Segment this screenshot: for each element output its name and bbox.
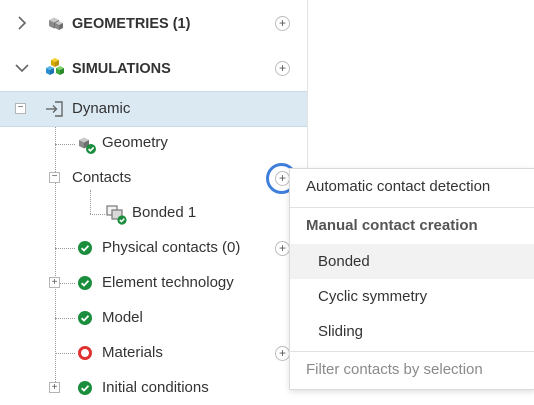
menu-item-automatic-contact-detection[interactable]: Automatic contact detection <box>290 169 534 205</box>
tree-row-dynamic[interactable]: − Dynamic <box>0 91 307 127</box>
menu-section-manual-contact-creation: Manual contact creation <box>306 217 478 234</box>
contacts-label: Contacts <box>72 169 132 186</box>
plus-icon: + <box>278 61 286 75</box>
physical-contacts-label: Physical contacts (0) <box>102 239 241 256</box>
add-contact-menu: Automatic contact detection Manual conta… <box>289 168 534 390</box>
collapse-dynamic-toggle[interactable]: − <box>15 103 26 114</box>
tree-row-materials[interactable]: Materials + <box>0 336 307 370</box>
chevron-right-icon[interactable] <box>17 16 27 30</box>
simulations-label: SIMULATIONS <box>72 61 171 77</box>
initial-conditions-label: Initial conditions <box>102 379 209 396</box>
tree-row-geometry[interactable]: Geometry <box>0 126 307 160</box>
menu-separator <box>290 207 534 208</box>
materials-label: Materials <box>102 344 163 361</box>
tree-row-simulations[interactable]: SIMULATIONS + <box>0 51 307 85</box>
geometries-label: GEOMETRIES (1) <box>72 16 191 32</box>
simulation-tree: GEOMETRIES (1) + SIMULATIONS + − Dynamic <box>0 0 308 396</box>
add-material-button[interactable]: + <box>275 346 290 361</box>
expand-element-technology-toggle[interactable]: + <box>49 277 60 288</box>
simulation-cubes-icon <box>46 58 64 75</box>
input-arrow-icon <box>46 101 63 117</box>
element-technology-label: Element technology <box>102 274 234 291</box>
check-icon <box>78 276 92 290</box>
error-ring-icon <box>78 346 92 360</box>
tree-row-model[interactable]: Model <box>0 301 307 335</box>
tree-row-contacts[interactable]: − Contacts + <box>0 161 307 195</box>
tree-row-geometries[interactable]: GEOMETRIES (1) + <box>0 6 307 40</box>
add-geometry-button[interactable]: + <box>275 16 290 31</box>
dynamic-label: Dynamic <box>72 100 131 117</box>
menu-item-sliding[interactable]: Sliding <box>290 314 534 349</box>
check-icon <box>78 381 92 395</box>
check-icon <box>78 241 92 255</box>
menu-item-filter-contacts-by-selection[interactable]: Filter contacts by selection <box>290 353 534 387</box>
tree-row-element-technology[interactable]: + Element technology <box>0 266 307 300</box>
tree-row-physical-contacts[interactable]: Physical contacts (0) + <box>0 231 307 265</box>
collapse-contacts-toggle[interactable]: − <box>49 172 60 183</box>
menu-item-cyclic-symmetry[interactable]: Cyclic symmetry <box>290 279 534 314</box>
model-label: Model <box>102 309 143 326</box>
cube-icon <box>49 17 63 30</box>
add-simulation-button[interactable]: + <box>275 61 290 76</box>
plus-icon: + <box>278 16 286 30</box>
menu-separator <box>290 351 534 352</box>
bonded-contact-icon <box>106 205 127 225</box>
bonded-1-label: Bonded 1 <box>132 204 197 221</box>
plus-icon: + <box>278 346 286 360</box>
chevron-down-icon[interactable] <box>15 63 29 73</box>
tree-row-bonded-1[interactable]: Bonded 1 <box>0 196 307 230</box>
menu-item-bonded[interactable]: Bonded <box>290 244 534 279</box>
add-physical-contact-button[interactable]: + <box>275 241 290 256</box>
geometry-label: Geometry <box>102 134 168 151</box>
geometry-cube-icon <box>79 137 96 154</box>
check-icon <box>78 311 92 325</box>
tree-row-initial-conditions[interactable]: + Initial conditions <box>0 371 307 405</box>
plus-icon: + <box>278 241 286 255</box>
